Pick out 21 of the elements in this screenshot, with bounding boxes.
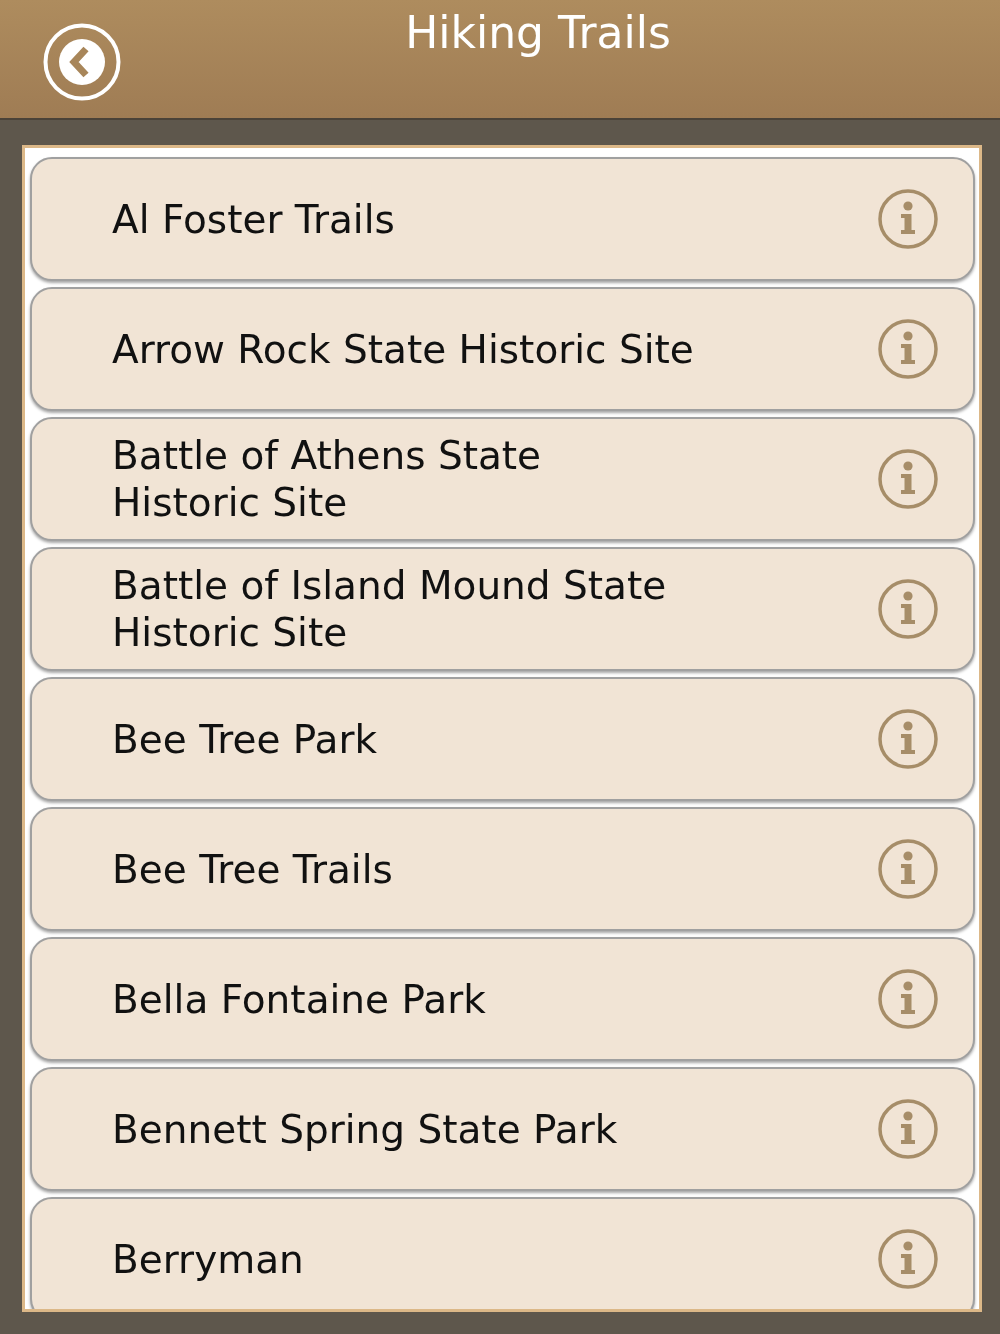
info-icon[interactable] (878, 839, 938, 899)
back-button[interactable] (43, 23, 121, 101)
trail-list-item[interactable]: Bennett Spring State Park (30, 1067, 975, 1191)
info-icon[interactable] (878, 449, 938, 509)
info-icon[interactable] (878, 969, 938, 1029)
trail-list-item[interactable]: Al Foster Trails (30, 157, 975, 281)
trail-list-item[interactable]: Bee Tree Park (30, 677, 975, 801)
trail-list-item[interactable]: Bee Tree Trails (30, 807, 975, 931)
trail-list-item[interactable]: Berryman (30, 1197, 975, 1309)
trail-list-item[interactable]: Bella Fontaine Park (30, 937, 975, 1061)
info-icon[interactable] (878, 709, 938, 769)
trail-list-item[interactable]: Battle of Athens State Historic Site (30, 417, 975, 541)
info-icon[interactable] (878, 319, 938, 379)
info-icon[interactable] (878, 1099, 938, 1159)
trail-list-item[interactable]: Battle of Island Mound State Historic Site (30, 547, 975, 671)
page-title: Hiking Trails (404, 6, 672, 59)
info-icon[interactable] (878, 1229, 938, 1289)
info-icon[interactable] (878, 189, 938, 249)
trail-list-item[interactable]: Arrow Rock State Historic Site (30, 287, 975, 411)
back-icon (43, 23, 121, 101)
info-icon[interactable] (878, 579, 938, 639)
